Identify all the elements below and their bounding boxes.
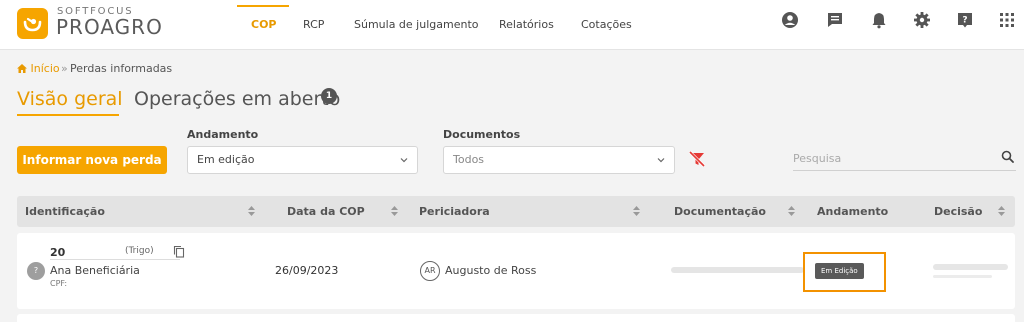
perito-name: Augusto de Ross [445, 264, 537, 277]
tab-visao-geral[interactable]: Visão geral [17, 88, 123, 110]
andamento-select-value: Em edição [197, 153, 255, 166]
nav-item-relatorios[interactable]: Relatórios [499, 18, 554, 31]
column-header-data-da-cop[interactable]: Data da COP [287, 205, 365, 218]
sort-icon[interactable] [390, 205, 399, 217]
nav-item-cop[interactable]: COP [251, 18, 277, 31]
chevron-down-icon [400, 158, 408, 163]
perito-avatar: AR [420, 261, 440, 281]
sort-icon[interactable] [632, 205, 641, 217]
table-row[interactable]: 20 (Trigo) ? Ana Beneficiária CPF: 26/09… [17, 233, 1015, 309]
nav-item-sumula[interactable]: Súmula de julgamento [354, 18, 479, 31]
sort-icon[interactable] [247, 205, 256, 217]
chat-icon[interactable] [825, 10, 845, 30]
tab-count-badge: 1 [321, 88, 337, 104]
cop-id[interactable]: 20 [50, 246, 65, 259]
copy-icon[interactable] [173, 245, 185, 258]
top-header: SOFTFOCUS PROAGRO COP RCP Súmula de julg… [0, 0, 1024, 50]
logo-icon[interactable] [17, 8, 48, 39]
breadcrumb-home[interactable]: Início [17, 62, 60, 75]
beneficiary-cpf: CPF: [50, 279, 68, 288]
breadcrumb-home-label: Início [30, 62, 60, 75]
account-icon[interactable] [780, 10, 800, 30]
beneficiary-avatar: ? [27, 262, 45, 280]
status-badge: Em Edição [815, 263, 864, 279]
sort-icon[interactable] [787, 205, 796, 217]
breadcrumb-separator: » [61, 62, 68, 75]
documentos-select-value: Todos [453, 153, 485, 166]
clear-filter-icon[interactable] [688, 150, 706, 172]
column-header-andamento[interactable]: Andamento [817, 205, 888, 218]
column-header-documentacao[interactable]: Documentação [674, 205, 766, 218]
nav-item-rcp[interactable]: RCP [303, 18, 324, 31]
home-icon [17, 64, 27, 73]
informar-nova-perda-button[interactable]: Informar nova perda [17, 146, 167, 174]
column-header-decisao[interactable]: Decisão [934, 205, 982, 218]
decision-placeholder-bar [933, 264, 1008, 270]
tab-operacoes-em-aberto[interactable]: Operações em aberto [134, 88, 340, 110]
table-row[interactable] [17, 314, 1015, 322]
cop-date: 26/09/2023 [275, 264, 339, 277]
nav-active-indicator [237, 5, 289, 7]
search-input[interactable] [793, 148, 983, 169]
search-field[interactable] [793, 147, 1016, 171]
brand-title: PROAGRO [56, 15, 163, 39]
gear-icon[interactable] [912, 10, 932, 30]
nav-item-cotacoes[interactable]: Cotações [581, 18, 632, 31]
chevron-down-icon [657, 158, 665, 163]
apps-grid-icon[interactable] [997, 10, 1017, 30]
cop-culture: (Trigo) [125, 246, 154, 256]
svg-text:?: ? [962, 16, 967, 26]
breadcrumb-current: Perdas informadas [70, 62, 173, 75]
andamento-select[interactable]: Em edição [187, 146, 418, 174]
help-icon[interactable]: ? [955, 10, 975, 30]
documentation-progress-bar [671, 267, 804, 273]
bell-icon[interactable] [869, 10, 889, 30]
search-icon[interactable] [1001, 150, 1014, 163]
id-divider [50, 259, 180, 260]
documentos-label: Documentos [443, 128, 521, 141]
decision-placeholder-bar [933, 275, 992, 278]
andamento-label: Andamento [187, 128, 259, 141]
tab-active-underline [17, 114, 119, 116]
column-header-identificacao[interactable]: Identificação [25, 205, 105, 218]
column-header-periciadora[interactable]: Periciadora [419, 205, 490, 218]
sort-icon[interactable] [997, 205, 1006, 217]
documentos-select[interactable]: Todos [443, 146, 675, 174]
table-header: Identificação Data da COP Periciadora Do… [17, 196, 1015, 227]
beneficiary-name: Ana Beneficiária [50, 264, 140, 277]
